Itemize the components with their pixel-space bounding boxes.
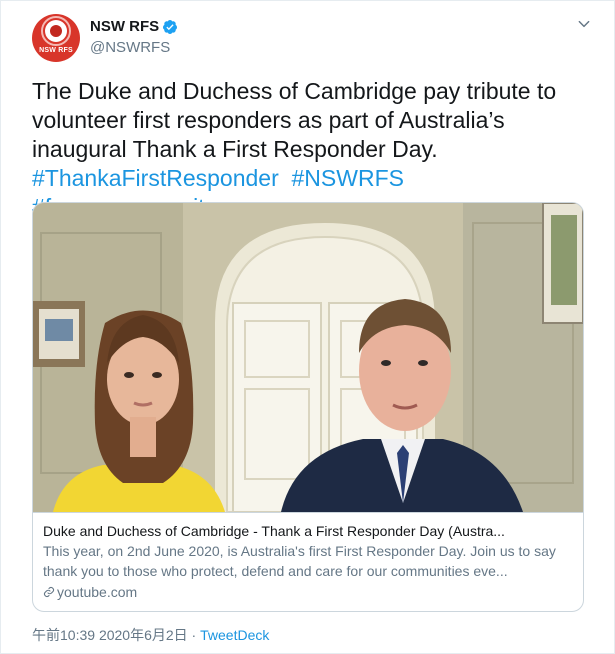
verified-badge-icon [163, 19, 178, 34]
card-description: This year, on 2nd June 2020, is Australi… [43, 543, 556, 579]
chevron-down-icon[interactable] [576, 16, 592, 32]
card-domain-text: youtube.com [57, 584, 138, 600]
tweet-meta: 午前10:39 2020年6月2日 · TweetDeck [32, 625, 269, 645]
tweet-date[interactable]: 2020年6月2日 [99, 627, 188, 643]
hashtag-link[interactable]: #NSWRFS [292, 165, 404, 191]
tweet-text: The Duke and Duchess of Cambridge pay tr… [32, 77, 592, 222]
account-name-block[interactable]: NSW RFS @NSWRFS [90, 18, 178, 56]
tweet: NSW RFS NSW RFS @NSWRFS The Duke and Duc… [0, 0, 615, 654]
video-thumbnail[interactable] [33, 203, 583, 512]
tweet-time[interactable]: 午前10:39 [32, 627, 95, 643]
avatar-emblem [45, 20, 67, 42]
hashtag-link[interactable]: #ThankaFirstResponder [32, 165, 279, 191]
card-title: Duke and Duchess of Cambridge - Thank a … [43, 523, 505, 539]
tweet-header: NSW RFS NSW RFS @NSWRFS [32, 14, 592, 62]
meta-separator: · [191, 627, 197, 643]
avatar[interactable]: NSW RFS [32, 14, 80, 62]
handle[interactable]: @NSWRFS [90, 39, 178, 56]
display-name[interactable]: NSW RFS [90, 18, 159, 35]
avatar-logo-text: NSW RFS [39, 47, 73, 54]
video-thumbnail-image [33, 203, 583, 512]
tweet-source-link[interactable]: TweetDeck [200, 627, 269, 643]
link-card-body[interactable]: Duke and Duchess of Cambridge - Thank a … [33, 512, 583, 611]
link-icon [43, 586, 55, 598]
tweet-body: The Duke and Duchess of Cambridge pay tr… [32, 78, 557, 162]
link-card[interactable]: Duke and Duchess of Cambridge - Thank a … [32, 202, 584, 612]
card-domain: youtube.com [43, 582, 573, 602]
